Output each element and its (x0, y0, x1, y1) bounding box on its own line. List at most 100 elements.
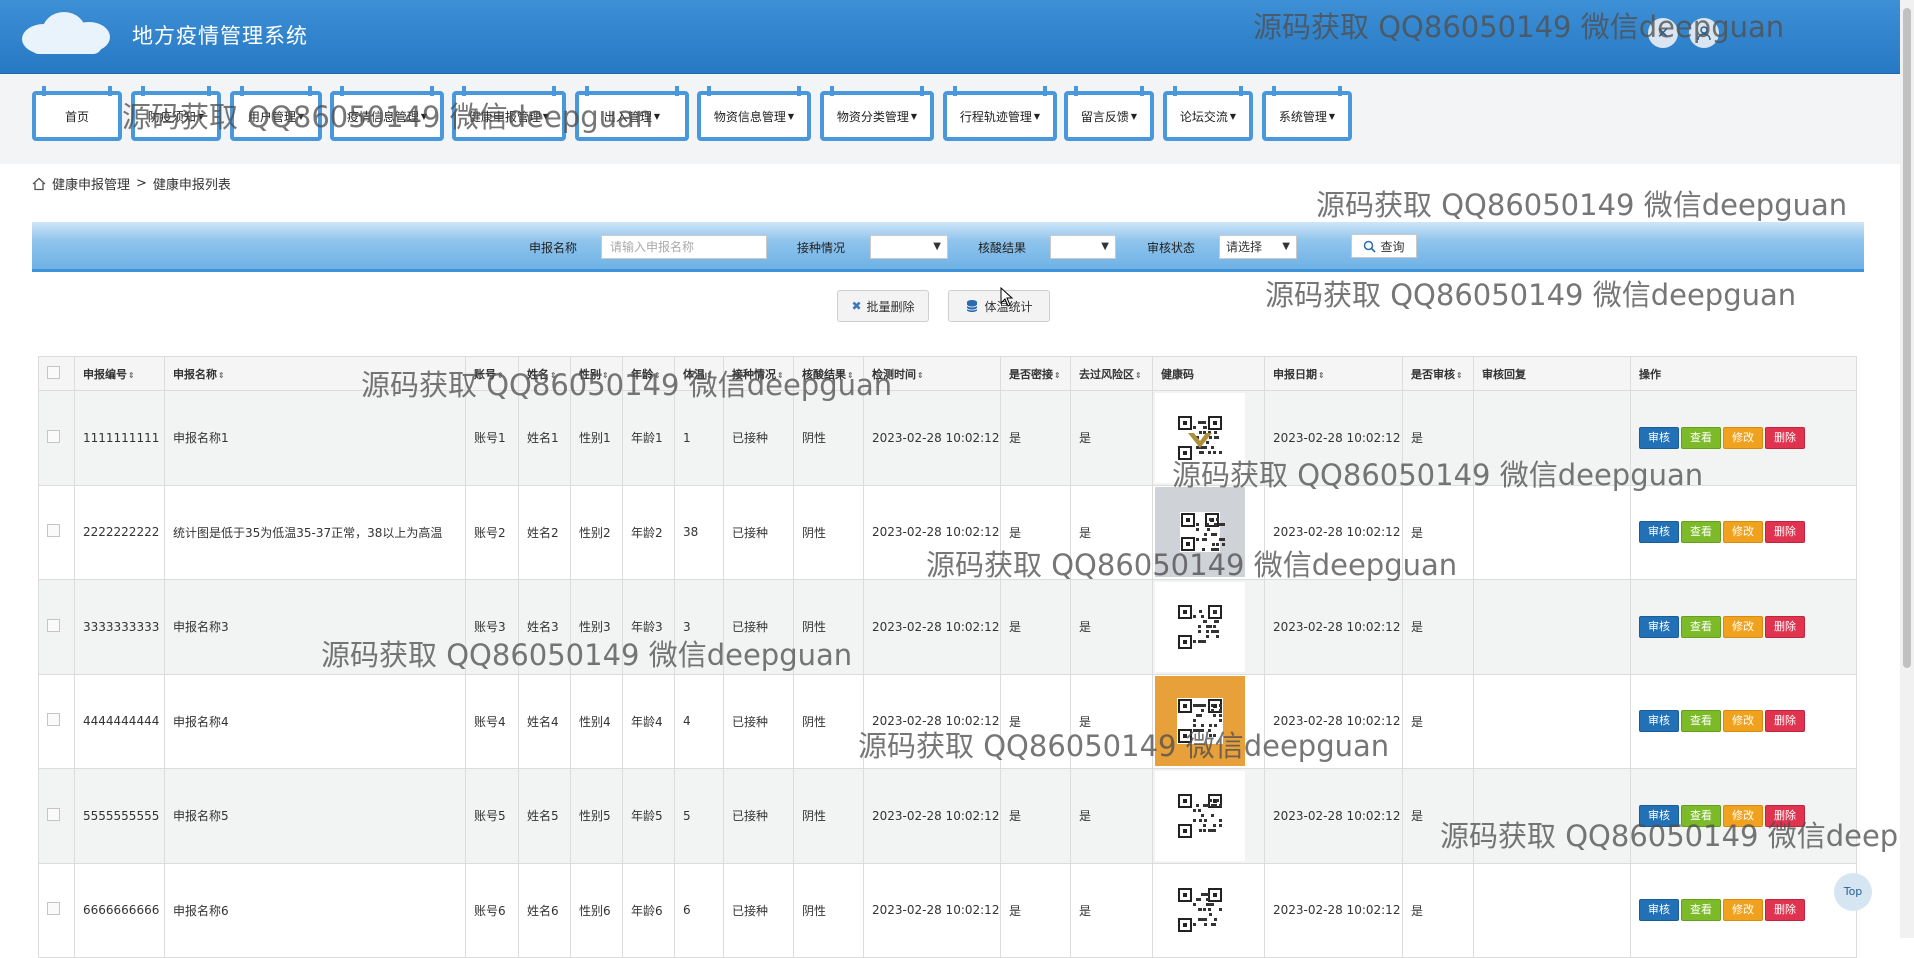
cell-date: 2023-02-28 10:02:12 (1264, 673, 1403, 769)
row-select-cell[interactable] (38, 862, 75, 958)
delete-button[interactable]: 删除 (1765, 710, 1805, 733)
audit-button[interactable]: 审核 (1639, 899, 1679, 922)
nav-item-10[interactable]: 论坛交流 ▼ (1163, 86, 1253, 141)
delete-button[interactable]: 删除 (1765, 521, 1805, 544)
column-header[interactable]: 接种情况⇕ (723, 356, 794, 391)
cell-nucleic: 阴性 (793, 673, 864, 769)
column-header[interactable]: 年龄⇕ (622, 356, 675, 391)
sort-icon: ⇕ (1318, 370, 1325, 380)
batch-delete-button[interactable]: ✖ 批量删除 (837, 290, 929, 322)
delete-button[interactable]: 删除 (1765, 426, 1805, 449)
audit-button[interactable]: 审核 (1639, 426, 1679, 449)
row-select-cell[interactable] (38, 390, 75, 486)
cell-risk-area: 是 (1070, 768, 1153, 864)
nav-item-3[interactable]: 疫情信息管理 ▼ (330, 86, 444, 141)
nav-item-5[interactable]: 出入管理 ▼ (575, 86, 689, 141)
select-all-checkbox[interactable] (47, 365, 60, 379)
row-select-cell[interactable] (38, 768, 75, 864)
chevron-down-icon: ▼ (1282, 241, 1290, 252)
query-button[interactable]: 查询 (1351, 234, 1417, 258)
nav-item-1[interactable]: 防疫须知 ▼ (131, 86, 221, 141)
audit-button[interactable]: 审核 (1639, 521, 1679, 544)
column-header[interactable]: 申报名称⇕ (164, 356, 466, 391)
close-icon[interactable]: ✕ (1648, 18, 1678, 48)
row-select-cell[interactable] (38, 579, 75, 675)
column-header[interactable]: 体温⇕ (674, 356, 724, 391)
column-header[interactable]: 账号⇕ (465, 356, 519, 391)
edit-button[interactable]: 修改 (1723, 426, 1763, 449)
row-select-cell[interactable] (38, 484, 75, 580)
nav-item-8[interactable]: 行程轨迹管理 ▼ (943, 86, 1057, 141)
nav-item-4[interactable]: 健康申报管理 ▼ (452, 86, 566, 141)
column-header[interactable]: 姓名⇕ (518, 356, 571, 391)
user-icon[interactable] (1689, 18, 1719, 48)
view-button[interactable]: 查看 (1681, 804, 1721, 827)
column-header[interactable]: 去过风险区⇕ (1070, 356, 1153, 391)
delete-button[interactable]: 删除 (1765, 899, 1805, 922)
delete-button[interactable]: 删除 (1765, 804, 1805, 827)
column-header[interactable]: 是否密接⇕ (1000, 356, 1071, 391)
nav-item-11[interactable]: 系统管理 ▼ (1262, 86, 1352, 141)
cell-close-contact: 是 (1000, 484, 1071, 580)
view-button[interactable]: 查看 (1681, 426, 1721, 449)
row-checkbox[interactable] (47, 902, 60, 916)
nucleic-select[interactable]: ▼ (1050, 235, 1116, 259)
audit-select[interactable]: 请选择 ▼ (1219, 235, 1297, 259)
row-checkbox[interactable] (47, 429, 60, 443)
view-button[interactable]: 查看 (1681, 899, 1721, 922)
audit-button[interactable]: 审核 (1639, 804, 1679, 827)
row-select-cell[interactable] (38, 673, 75, 769)
nav-item-label: 健康申报管理 (468, 109, 541, 124)
table-row: 4444444444 申报名称4 账号4 姓名4 性别4 年龄4 4 已接种 阴性 2023-02… (38, 673, 1857, 769)
edit-button[interactable]: 修改 (1723, 521, 1763, 544)
audit-button[interactable]: 审核 (1639, 710, 1679, 733)
view-button[interactable]: 查看 (1681, 615, 1721, 638)
temp-stats-button[interactable]: 体温统计 (948, 290, 1050, 322)
scrollbar-thumb[interactable] (1903, 8, 1911, 668)
column-header-label: 是否密接 (1009, 367, 1053, 381)
cell-temp: 3 (674, 579, 724, 675)
column-header[interactable]: 申报日期⇕ (1264, 356, 1403, 391)
view-button[interactable]: 查看 (1681, 710, 1721, 733)
declaration-table: 申报编号⇕ 申报名称⇕ 账号⇕ 姓名⇕ 性别⇕ 年龄⇕ 体温⇕ 接种情况⇕ 核酸结果⇕ 检测时间⇕… (38, 356, 1857, 958)
nav-item-6[interactable]: 物资信息管理 ▼ (697, 86, 811, 141)
row-actions-cell: 审核 查看 修改 删除 (1630, 768, 1857, 864)
row-checkbox[interactable] (47, 524, 60, 538)
cell-nucleic: 阴性 (793, 484, 864, 580)
row-checkbox[interactable] (47, 807, 60, 821)
breadcrumb-parent[interactable]: 健康申报管理 (52, 174, 130, 193)
delete-button[interactable]: 删除 (1765, 615, 1805, 638)
cell-audited: 是 (1402, 390, 1474, 486)
caret-down-icon: ▼ (1328, 111, 1336, 121)
edit-button[interactable]: 修改 (1723, 804, 1763, 827)
cell-test-time: 2023-02-28 10:02:12 (863, 768, 1001, 864)
row-checkbox[interactable] (47, 618, 60, 632)
view-button[interactable]: 查看 (1681, 521, 1721, 544)
select-all-cell[interactable] (38, 356, 75, 391)
cell-id: 3333333333 (74, 579, 165, 675)
column-header[interactable]: 核酸结果⇕ (793, 356, 864, 391)
vaccine-select[interactable]: ▼ (870, 235, 948, 259)
cell-test-time: 2023-02-28 10:02:12 (863, 390, 1001, 486)
nav-item-2[interactable]: 用户管理 ▼ (230, 86, 322, 141)
app-header: 地方疫情管理系统 ✕ (0, 0, 1900, 74)
edit-button[interactable]: 修改 (1723, 710, 1763, 733)
audit-button[interactable]: 审核 (1639, 615, 1679, 638)
column-header[interactable]: 性别⇕ (570, 356, 623, 391)
nav-item-7[interactable]: 物资分类管理 ▼ (820, 86, 934, 141)
row-checkbox[interactable] (47, 713, 60, 727)
column-header[interactable]: 检测时间⇕ (863, 356, 1001, 391)
name-search-input[interactable] (601, 235, 767, 259)
table-row: 5555555555 申报名称5 账号5 姓名5 性别5 年龄5 5 已接种 阴性 2023-02… (38, 768, 1857, 864)
back-to-top-button[interactable]: Top (1834, 873, 1872, 911)
column-header[interactable]: 是否审核⇕ (1402, 356, 1474, 391)
edit-button[interactable]: 修改 (1723, 615, 1763, 638)
nav-item-0[interactable]: 首页 (32, 86, 122, 141)
edit-button[interactable]: 修改 (1723, 899, 1763, 922)
nav-item-9[interactable]: 留言反馈 ▼ (1064, 86, 1154, 141)
cell-gender: 性别3 (570, 579, 623, 675)
column-header-label: 去过风险区 (1079, 367, 1134, 381)
column-header[interactable]: 申报编号⇕ (74, 356, 165, 391)
column-header-label: 申报日期 (1273, 367, 1317, 381)
page-scrollbar[interactable] (1900, 0, 1914, 938)
